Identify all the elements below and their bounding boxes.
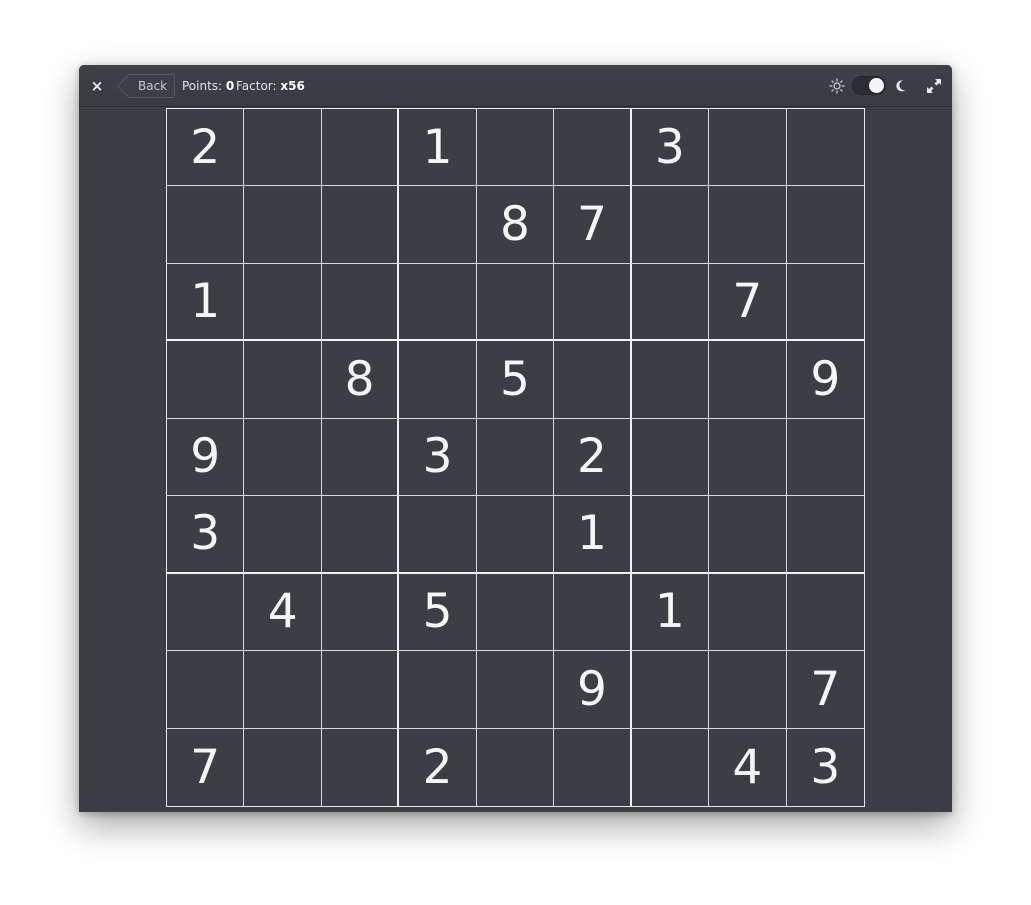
sudoku-cell[interactable]: 7 bbox=[167, 728, 245, 806]
sudoku-cell[interactable]: 1 bbox=[631, 573, 710, 652]
sudoku-cell[interactable] bbox=[554, 573, 632, 652]
sudoku-cell[interactable] bbox=[244, 496, 322, 574]
factor-status: Factor: x56 bbox=[236, 78, 305, 94]
sudoku-cell[interactable]: 1 bbox=[399, 109, 477, 187]
sudoku-cell[interactable] bbox=[244, 341, 322, 419]
sudoku-cell[interactable] bbox=[554, 728, 632, 806]
sudoku-cell[interactable] bbox=[786, 186, 864, 264]
sudoku-cell[interactable] bbox=[399, 496, 477, 574]
back-button-label: Back bbox=[138, 79, 168, 93]
sudoku-board: 213871785993231451977243 bbox=[166, 108, 865, 807]
sudoku-cell[interactable] bbox=[476, 263, 555, 342]
theme-toggle[interactable] bbox=[852, 76, 886, 95]
sudoku-cell[interactable] bbox=[476, 418, 555, 497]
sudoku-cell[interactable] bbox=[244, 651, 322, 729]
sudoku-cell[interactable] bbox=[709, 341, 787, 419]
sudoku-cell[interactable] bbox=[322, 728, 400, 806]
sudoku-cell[interactable]: 2 bbox=[554, 418, 632, 497]
sudoku-cell[interactable]: 5 bbox=[476, 341, 555, 419]
sudoku-cell[interactable]: 9 bbox=[554, 651, 632, 729]
sudoku-cell[interactable] bbox=[476, 109, 555, 187]
sudoku-cell[interactable]: 1 bbox=[554, 496, 632, 574]
sudoku-cell[interactable] bbox=[786, 109, 864, 187]
fullscreen-icon[interactable] bbox=[926, 78, 942, 94]
sudoku-cell[interactable] bbox=[321, 418, 400, 497]
sudoku-cell[interactable] bbox=[167, 186, 245, 264]
sudoku-cell[interactable]: 7 bbox=[554, 186, 632, 264]
points-status: Points: 0 bbox=[182, 78, 234, 94]
factor-label: Factor: bbox=[236, 79, 277, 93]
sudoku-cell[interactable] bbox=[244, 263, 322, 342]
sudoku-cell[interactable] bbox=[709, 651, 787, 729]
sudoku-cell[interactable]: 2 bbox=[399, 728, 477, 806]
sudoku-cell[interactable]: 3 bbox=[167, 496, 245, 574]
sudoku-cell[interactable] bbox=[477, 728, 555, 806]
sudoku-cell[interactable]: 2 bbox=[167, 109, 245, 187]
sudoku-cell[interactable]: 9 bbox=[167, 418, 245, 497]
sudoku-cell[interactable] bbox=[709, 573, 787, 652]
sudoku-cell[interactable] bbox=[476, 496, 555, 574]
sudoku-cell[interactable] bbox=[321, 186, 400, 264]
sudoku-window: × Back Points: 0 Factor: x56 2 1 3 8 7 1… bbox=[79, 65, 952, 812]
sudoku-cell[interactable] bbox=[244, 109, 322, 187]
sudoku-cell[interactable] bbox=[321, 573, 400, 652]
header-bar: × Back Points: 0 Factor: x56 bbox=[79, 65, 952, 107]
sudoku-cell[interactable] bbox=[399, 341, 477, 419]
points-label: Points: bbox=[182, 79, 223, 93]
sudoku-cell[interactable]: 1 bbox=[167, 263, 245, 342]
sudoku-cell[interactable] bbox=[709, 186, 787, 264]
sudoku-cell[interactable] bbox=[709, 418, 787, 497]
moon-icon bbox=[896, 80, 906, 92]
sudoku-cell[interactable] bbox=[399, 263, 477, 342]
sudoku-cell[interactable] bbox=[786, 264, 864, 342]
sudoku-cell[interactable] bbox=[631, 651, 710, 729]
sudoku-cell[interactable] bbox=[167, 573, 245, 652]
sudoku-cell[interactable] bbox=[244, 728, 322, 806]
sudoku-cell[interactable] bbox=[631, 186, 710, 264]
sudoku-cell[interactable] bbox=[476, 651, 555, 729]
sudoku-cell[interactable] bbox=[631, 418, 710, 497]
sudoku-cell[interactable] bbox=[786, 574, 864, 652]
sudoku-cell[interactable]: 8 bbox=[321, 341, 400, 419]
sudoku-cell[interactable]: 3 bbox=[787, 729, 864, 806]
sudoku-cell[interactable]: 8 bbox=[476, 186, 555, 264]
factor-value: x56 bbox=[280, 79, 305, 93]
sudoku-cell[interactable]: 9 bbox=[786, 341, 864, 419]
sun-icon bbox=[829, 78, 845, 94]
close-icon[interactable]: × bbox=[87, 76, 107, 96]
sudoku-cell[interactable] bbox=[244, 186, 322, 264]
sudoku-cell[interactable] bbox=[631, 496, 710, 574]
sudoku-cell[interactable] bbox=[554, 341, 632, 419]
sudoku-cell[interactable] bbox=[632, 728, 710, 806]
sudoku-cell[interactable] bbox=[399, 651, 477, 729]
sudoku-cell[interactable] bbox=[709, 109, 787, 187]
sudoku-cell[interactable] bbox=[476, 573, 555, 652]
sudoku-cell[interactable] bbox=[321, 651, 400, 729]
sudoku-cell[interactable] bbox=[554, 263, 632, 342]
sudoku-cell[interactable]: 7 bbox=[786, 651, 864, 729]
sudoku-cell[interactable] bbox=[631, 341, 710, 419]
sudoku-cell[interactable] bbox=[786, 419, 864, 497]
sudoku-cell[interactable] bbox=[321, 263, 400, 342]
sudoku-cell[interactable] bbox=[786, 496, 864, 574]
sudoku-cell[interactable] bbox=[631, 263, 710, 342]
sudoku-cell[interactable] bbox=[321, 109, 400, 187]
theme-toggle-knob bbox=[869, 78, 884, 93]
sudoku-cell[interactable] bbox=[554, 109, 632, 187]
sudoku-cell[interactable] bbox=[167, 651, 245, 729]
sudoku-cell[interactable] bbox=[244, 418, 322, 497]
back-button[interactable]: Back bbox=[128, 74, 176, 98]
window-bottom-edge bbox=[79, 807, 952, 812]
sudoku-cell[interactable] bbox=[167, 341, 245, 419]
sudoku-cell[interactable]: 3 bbox=[631, 109, 710, 187]
points-value: 0 bbox=[225, 79, 235, 93]
sudoku-cell[interactable] bbox=[321, 496, 400, 574]
sudoku-cell[interactable] bbox=[399, 186, 477, 264]
sudoku-cell[interactable]: 3 bbox=[399, 418, 477, 497]
sudoku-cell[interactable]: 7 bbox=[709, 263, 787, 342]
sudoku-cell[interactable] bbox=[709, 496, 787, 574]
sudoku-cell[interactable]: 4 bbox=[244, 573, 322, 652]
sudoku-cell[interactable]: 5 bbox=[399, 573, 477, 652]
sudoku-cell[interactable]: 4 bbox=[709, 728, 787, 806]
